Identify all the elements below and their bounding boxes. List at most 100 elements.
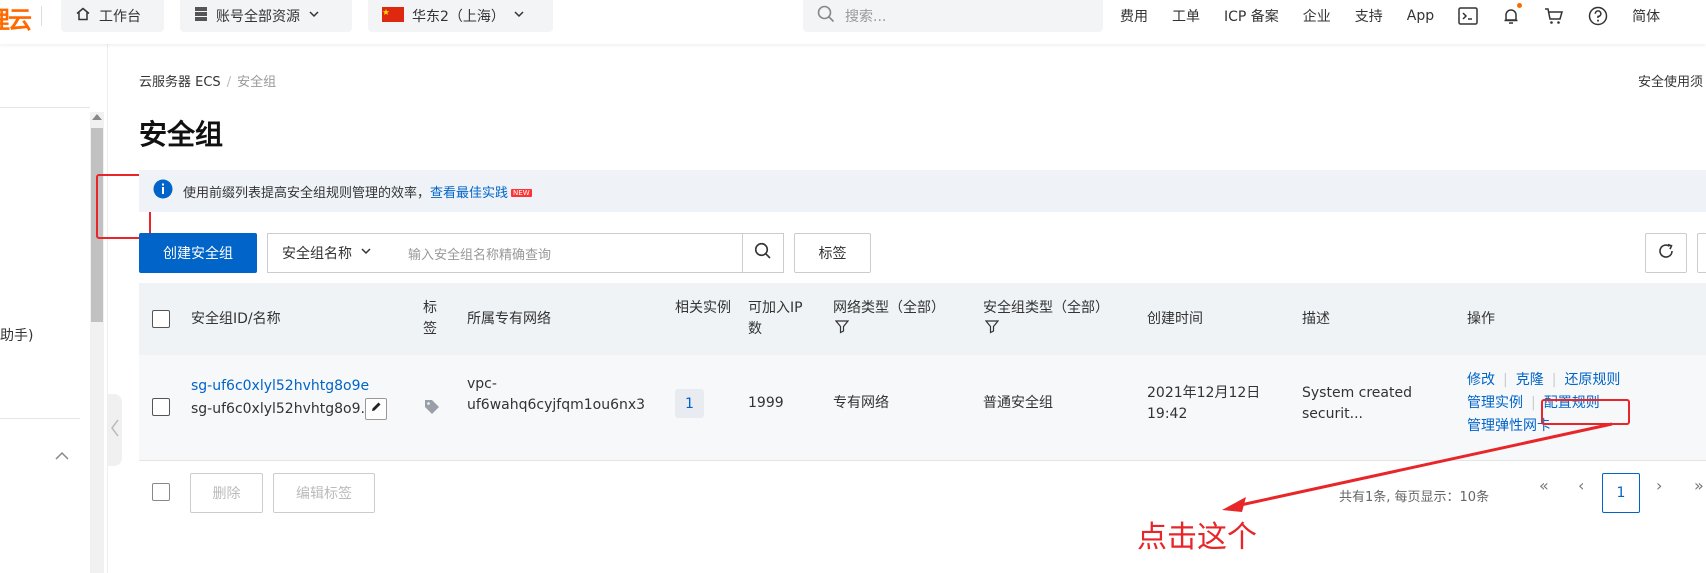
filter-icon[interactable] [984,320,1000,341]
page-title: 安全组 [139,118,224,151]
next-page-icon[interactable]: › [1656,476,1662,495]
bell-icon[interactable] [1502,3,1523,25]
col-desc: 描述 [1302,311,1330,327]
new-badge: NEW [511,189,532,197]
manage-instances-link[interactable]: 管理实例 [1467,395,1523,411]
info-icon [153,179,173,203]
terminal-icon[interactable] [1458,7,1478,25]
group-type: 普通安全组 [983,395,1053,411]
sidebar-item-assistant[interactable]: 助手) [0,325,33,345]
annotation-text: 点击这个 [1137,520,1257,555]
sidebar-divider [0,107,90,108]
tag-filter-button[interactable]: 标签 [794,233,871,273]
table-row: sg-uf6c0xlyl52hvhtg8o9e sg-uf6c0xlyl52hv… [139,355,1706,461]
security-group-search-input[interactable]: 输入安全组名称精确查询 [392,233,743,273]
vpc-id-line1: vpc- [467,376,497,392]
row-checkbox[interactable] [152,398,170,416]
nav-billing[interactable]: 费用 [1120,6,1148,26]
restore-rules-link[interactable]: 还原规则 [1564,372,1620,388]
refresh-button[interactable] [1645,233,1687,273]
nav-icp[interactable]: ICP 备案 [1224,6,1279,26]
region-dropdown[interactable]: 华东2（上海） [368,0,553,32]
security-usage-link[interactable]: 安全使用须 [1638,71,1703,90]
filter-select-label: 安全组名称 [282,246,352,262]
annotation-box [1541,399,1630,425]
search-icon [817,5,835,27]
col-actions: 操作 [1467,311,1495,327]
first-page-icon[interactable]: « [1539,476,1549,495]
pagination-summary: 共有1条, 每页显示：10条 [1339,490,1490,505]
china-flag-icon [382,6,404,26]
workbench-label: 工作台 [99,9,141,25]
notification-dot [1517,3,1523,8]
prev-page-icon[interactable]: ‹ [1578,476,1584,495]
select-all-checkbox[interactable] [152,310,170,328]
language-switch[interactable]: 简体 [1632,6,1660,26]
chevron-down-icon [360,245,372,261]
page-1-button[interactable]: 1 [1602,473,1640,513]
modify-link[interactable]: 修改 [1467,372,1495,388]
chevron-down-icon [513,8,525,24]
breadcrumb: 云服务器 ECS / 安全组 [139,75,277,90]
nav-tickets[interactable]: 工单 [1172,6,1200,26]
col-id-name: 安全组ID/名称 [191,311,281,327]
last-page-icon[interactable]: » [1694,476,1704,495]
pencil-icon [370,401,382,417]
col-group-type[interactable]: 安全组类型（全部） [983,298,1109,319]
top-bar: 狸云 工作台 账号全部资源 华东2（上海） 搜索... 费用 工单 I [0,0,1706,44]
logo-divider [41,6,42,26]
chevron-down-icon [308,8,320,24]
settings-button[interactable] [1697,233,1706,273]
global-search-placeholder: 搜索... [845,9,887,25]
global-search[interactable]: 搜索... [803,0,1103,32]
refresh-icon [1657,242,1675,264]
instances-count[interactable]: 1 [675,389,704,418]
tag-icon[interactable] [424,399,440,422]
table-header: 安全组ID/名称 标签 所属专有网络 相关实例 可加入IP数 网络类型（全部） … [139,283,1706,355]
manage-eni-link[interactable]: 管理弹性网卡 [1467,416,1551,437]
create-security-group-button[interactable]: 创建安全组 [139,233,257,273]
vpc-id-line2: uf6wahq6cyjfqm1ou6nx3 [467,397,646,413]
nav-app[interactable]: App [1407,8,1434,24]
chevron-left-icon [111,419,119,441]
edit-tags-button[interactable]: 编辑标签 [273,473,375,513]
col-tag: 标签 [423,300,437,337]
search-button[interactable] [742,233,784,273]
notice-text: 使用前缀列表提高安全组规则管理的效率， [183,185,431,201]
top-nav: 费用 工单 ICP 备案 企业 支持 App 简体 [1120,0,1684,32]
best-practice-link[interactable]: 查看最佳实践 [430,186,508,201]
clone-link[interactable]: 克隆 [1516,372,1544,388]
nav-enterprise[interactable]: 企业 [1303,6,1331,26]
description-line1: System created [1302,385,1412,401]
col-instances: 相关实例 [675,300,731,316]
breadcrumb-ecs[interactable]: 云服务器 ECS [139,75,221,90]
filter-select[interactable]: 安全组名称 [267,233,393,273]
security-group-id-link[interactable]: sg-uf6c0xlyl52hvhtg8o9e [191,376,369,397]
ip-capacity: 1999 [748,395,784,411]
chevron-up-icon[interactable] [54,446,70,465]
nav-support[interactable]: 支持 [1355,6,1383,26]
cart-icon[interactable] [1544,7,1564,25]
delete-button[interactable]: 删除 [190,473,263,513]
search-icon [754,242,772,264]
created-date: 2021年12月12日 [1147,385,1261,401]
network-type: 专有网络 [833,395,889,411]
edit-name-button[interactable] [365,398,387,420]
footer-select-all-checkbox[interactable] [152,483,170,501]
home-icon [75,6,91,26]
help-icon[interactable] [1588,6,1608,26]
description-line2: securit... [1302,406,1363,422]
sidebar-divider [0,418,80,419]
server-icon [194,6,208,26]
sidebar-collapse-toggle[interactable] [108,394,122,466]
resources-label: 账号全部资源 [216,9,300,25]
filter-icon[interactable] [834,320,850,341]
action-group-top: 修改 | 克隆 | 还原规则 [1467,372,1621,388]
col-created: 创建时间 [1147,311,1203,327]
resources-dropdown[interactable]: 账号全部资源 [180,0,352,32]
col-network-type[interactable]: 网络类型（全部） [833,298,945,319]
scroll-up-arrow-icon[interactable] [92,114,102,120]
logo[interactable]: 狸云 [0,0,32,35]
breadcrumb-current: 安全组 [237,75,277,90]
workbench-button[interactable]: 工作台 [61,0,164,32]
